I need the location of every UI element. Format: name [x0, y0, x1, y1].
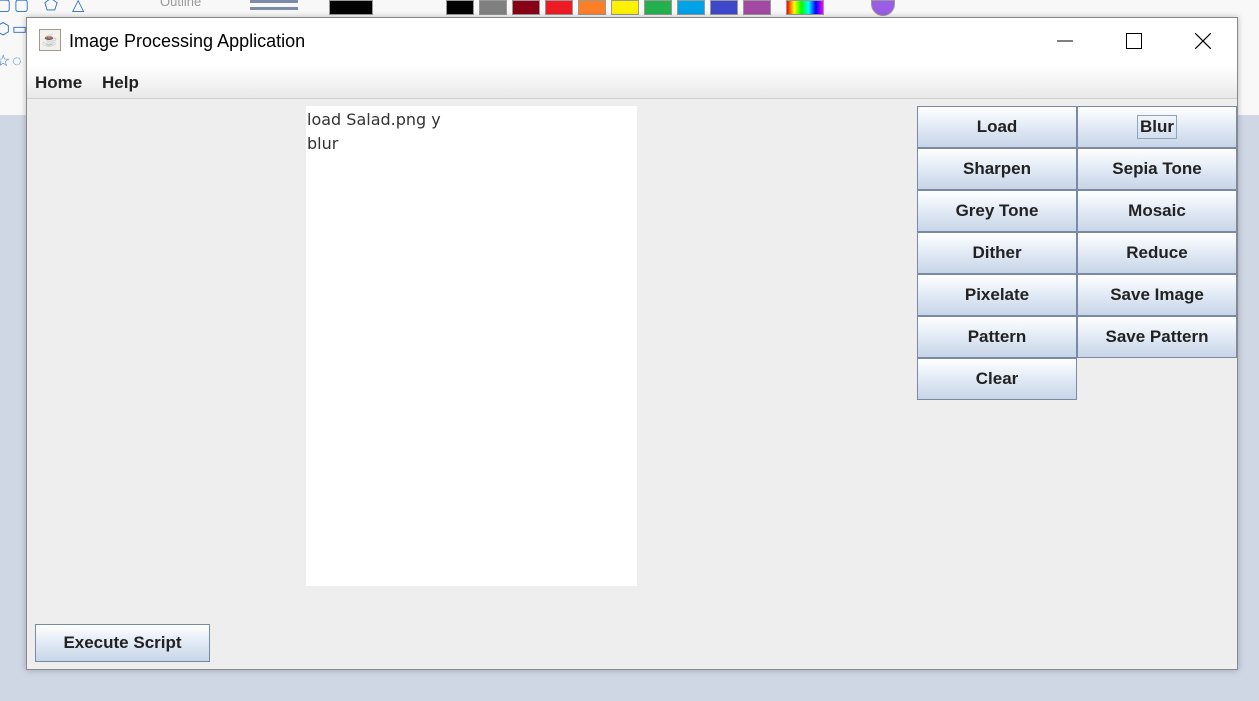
color-swatch	[743, 0, 771, 15]
pixelate-button[interactable]: Pixelate	[917, 274, 1077, 316]
blur-button-label: Blur	[1137, 115, 1177, 139]
minimize-button[interactable]	[1030, 18, 1100, 64]
save-pattern-button-label: Save Pattern	[1105, 327, 1209, 346]
color-swatch	[446, 0, 474, 15]
color-swatch	[677, 0, 705, 15]
blur-button[interactable]: Blur	[1077, 106, 1237, 148]
script-text-area[interactable]: load Salad.png y blur	[306, 106, 637, 586]
title-bar: ☕ Image Processing Application	[27, 18, 1237, 66]
script-line: load Salad.png y	[307, 110, 441, 129]
minimize-icon	[1057, 40, 1073, 42]
color-swatch	[479, 0, 507, 15]
execute-script-button[interactable]: Execute Script	[35, 624, 210, 662]
execute-script-button-label: Execute Script	[63, 633, 182, 652]
line-size-icon	[250, 0, 298, 16]
shape-polygon-icon: ⬠	[44, 0, 58, 14]
reduce-button-label: Reduce	[1126, 243, 1188, 262]
color-swatch	[644, 0, 672, 15]
save-image-button-label: Save Image	[1110, 285, 1204, 304]
mosaic-button-label: Mosaic	[1128, 201, 1186, 220]
outline-label: Outline	[160, 0, 202, 9]
color1-swatch	[329, 0, 373, 15]
menu-bar: Home Help	[27, 66, 1237, 99]
load-button-label: Load	[976, 117, 1018, 136]
shape-rounded-rect-icon: ▢	[14, 0, 30, 14]
shape-speech-icon: ◌	[12, 53, 22, 70]
mosaic-button[interactable]: Mosaic	[1077, 190, 1237, 232]
pattern-button-label: Pattern	[967, 327, 1027, 346]
shape-rectangle-icon: ▢	[0, 0, 12, 14]
java-icon: ☕	[39, 29, 61, 51]
reduce-button[interactable]: Reduce	[1077, 232, 1237, 274]
shape-triangle-icon: △	[72, 0, 85, 14]
menu-home[interactable]: Home	[35, 73, 82, 93]
save-image-button[interactable]: Save Image	[1077, 274, 1237, 316]
clear-button-label: Clear	[975, 369, 1019, 388]
color-swatch	[545, 0, 573, 15]
grey-tone-button[interactable]: Grey Tone	[917, 190, 1077, 232]
script-line: blur	[307, 134, 339, 153]
sepia-tone-button-label: Sepia Tone	[1112, 159, 1202, 178]
shape-star-icon: ☆	[0, 53, 11, 70]
dither-button[interactable]: Dither	[917, 232, 1077, 274]
maximize-icon	[1126, 33, 1142, 49]
save-pattern-button[interactable]: Save Pattern	[1077, 316, 1237, 358]
pattern-button[interactable]: Pattern	[917, 316, 1077, 358]
window-title: Image Processing Application	[69, 31, 306, 51]
grey-tone-button-label: Grey Tone	[955, 201, 1039, 220]
edit-colors-icon	[786, 0, 824, 15]
app-window: ☕ Image Processing Application Home Help…	[26, 17, 1238, 670]
sepia-tone-button[interactable]: Sepia Tone	[1077, 148, 1237, 190]
shape-callout-icon: ▭	[12, 21, 28, 38]
color-swatch	[578, 0, 606, 15]
close-button[interactable]	[1168, 18, 1238, 64]
maximize-button[interactable]	[1099, 18, 1169, 64]
color-swatch	[710, 0, 738, 15]
sharpen-button[interactable]: Sharpen	[917, 148, 1077, 190]
sharpen-button-label: Sharpen	[962, 159, 1032, 178]
clear-button[interactable]: Clear	[917, 358, 1077, 400]
color-swatch	[611, 0, 639, 15]
shape-hexagon-icon: ⬡	[0, 21, 10, 38]
load-button[interactable]: Load	[917, 106, 1077, 148]
pixelate-button-label: Pixelate	[964, 285, 1030, 304]
dither-button-label: Dither	[972, 243, 1022, 262]
paint3d-icon	[871, 0, 895, 16]
close-icon	[1195, 33, 1211, 49]
menu-help[interactable]: Help	[102, 73, 139, 93]
color-swatch	[512, 0, 540, 15]
